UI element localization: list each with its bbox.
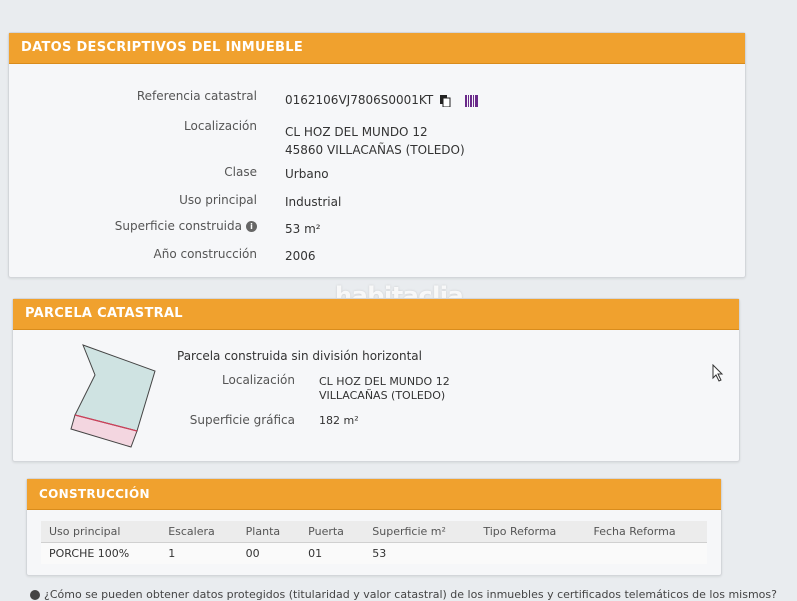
parcela-catastral-header: PARCELA CATASTRAL — [13, 299, 739, 330]
superficie-grafica-value: 182 m² — [319, 414, 359, 427]
ref-catastral-value: 0162106VJ7806S0001KT — [285, 93, 479, 107]
table-row: PORCHE 100% 1 00 01 53 — [41, 542, 707, 564]
cell-tipo-reforma — [475, 542, 586, 564]
col-superficie: Superficie m² — [364, 521, 476, 543]
col-fecha-reforma: Fecha Reforma — [585, 521, 707, 543]
cell-escalera: 1 — [160, 542, 238, 564]
uso-principal-value: Industrial — [285, 195, 342, 209]
superficie-construida-value: 53 m² — [285, 222, 321, 236]
construccion-header: CONSTRUCCIÓN — [27, 479, 721, 510]
col-tipo-reforma: Tipo Reforma — [475, 521, 586, 543]
info-circle-icon — [30, 590, 40, 600]
superficie-construida-label: Superficie construida i — [69, 219, 257, 233]
cell-planta: 00 — [237, 542, 301, 564]
col-escalera: Escalera — [160, 521, 238, 543]
ano-construccion-label: Año construcción — [153, 247, 258, 261]
cell-puerta: 01 — [300, 542, 365, 564]
table-header-row: Uso principal Escalera Planta Puerta Sup… — [41, 521, 707, 543]
parcela-localizacion-value-line1: CL HOZ DEL MUNDO 12 — [319, 375, 450, 388]
barcode-icon[interactable] — [464, 94, 479, 107]
cell-uso-principal: PORCHE 100% — [41, 542, 161, 564]
cell-fecha-reforma — [585, 542, 707, 564]
uso-principal-label: Uso principal — [179, 193, 257, 207]
datos-descriptivos-panel: DATOS DESCRIPTIVOS DEL INMUEBLE Referenc… — [8, 32, 746, 278]
ano-construccion-value: 2006 — [285, 249, 316, 263]
localizacion-label: Localización — [184, 119, 257, 133]
parcela-subtitle: Parcela construida sin división horizont… — [177, 349, 422, 363]
ref-catastral-label: Referencia catastral — [136, 89, 257, 103]
parcela-localizacion-value-line2: VILLACAÑAS (TOLEDO) — [319, 389, 446, 402]
parcel-map-image — [70, 344, 156, 448]
cell-superficie: 53 — [364, 542, 476, 564]
parcela-catastral-panel: PARCELA CATASTRAL Parcela construida sin… — [12, 298, 740, 462]
col-puerta: Puerta — [300, 521, 365, 543]
localizacion-value-line2: 45860 VILLACAÑAS (TOLEDO) — [285, 143, 465, 157]
copy-icon[interactable] — [439, 94, 451, 107]
localizacion-value-line1: CL HOZ DEL MUNDO 12 — [285, 125, 428, 139]
construccion-table: Uso principal Escalera Planta Puerta Sup… — [41, 521, 707, 564]
mouse-cursor-icon — [712, 364, 724, 382]
info-icon[interactable]: i — [246, 221, 257, 232]
parcela-localizacion-label: Localización — [222, 373, 295, 387]
clase-label: Clase — [224, 165, 257, 179]
superficie-grafica-label: Superficie gráfica — [189, 413, 295, 427]
datos-descriptivos-header: DATOS DESCRIPTIVOS DEL INMUEBLE — [9, 33, 745, 64]
construccion-panel: CONSTRUCCIÓN Uso principal Escalera Plan… — [26, 478, 722, 576]
clase-value: Urbano — [285, 167, 329, 181]
footer-help-link[interactable]: ¿Cómo se pueden obtener datos protegidos… — [30, 588, 777, 601]
col-planta: Planta — [237, 521, 301, 543]
col-uso-principal: Uso principal — [41, 521, 161, 543]
